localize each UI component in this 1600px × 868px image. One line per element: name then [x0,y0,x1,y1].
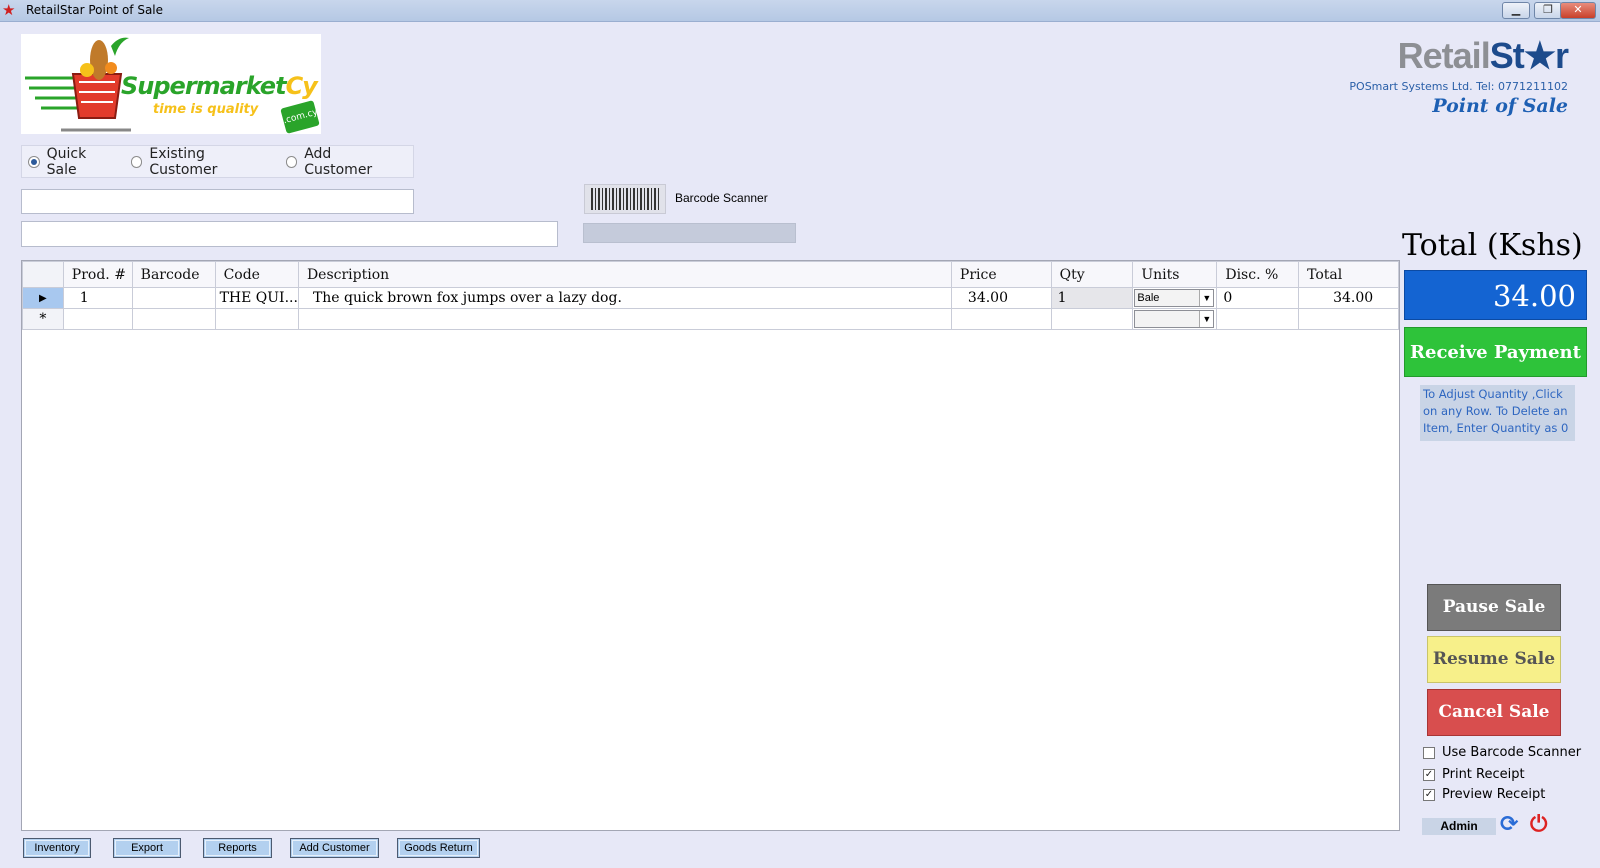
radio-existing-customer[interactable]: Existing Customer [130,145,273,178]
column-header-discount[interactable]: Disc. % [1216,261,1300,288]
preview-receipt-option[interactable]: ✓ Preview Receipt [1423,787,1545,802]
table-row[interactable]: ▶ 1 THE QUI... The quick brown fox jumps… [22,287,1399,309]
window-title-bar: ★ RetailStar Point of Sale ▁ ❐ ✕ [0,0,1600,22]
cell-description[interactable] [297,308,952,330]
column-header-total[interactable]: Total [1298,261,1399,288]
customer-detail-input[interactable] [21,221,558,247]
column-header-qty[interactable]: Qty [1050,261,1134,288]
star-app-icon: ★ [2,1,16,19]
row-indicator[interactable]: * [22,308,64,330]
export-button[interactable]: Export [113,838,181,858]
row-header-corner [22,261,64,288]
brand-header: RetailSt★r POSmart Systems Ltd. Tel: 077… [1349,35,1569,118]
cell-total[interactable] [1298,308,1399,330]
power-icon[interactable]: ⏻ [1530,813,1547,837]
brand-name: RetailSt★r [1397,35,1569,76]
cancel-sale-button[interactable]: Cancel Sale [1427,689,1561,736]
table-row-new[interactable]: * ▼ [22,308,1399,330]
receive-payment-button[interactable]: Receive Payment [1404,327,1587,377]
barcode-scanner-label: Barcode Scanner [675,191,768,205]
close-button[interactable]: ✕ [1560,2,1596,19]
total-amount: 34.00 [1404,270,1587,320]
option-label: Use Barcode Scanner [1442,745,1582,760]
cell-barcode[interactable] [131,308,216,330]
cell-code[interactable] [214,308,299,330]
radio-button[interactable] [285,155,298,168]
radio-button[interactable] [130,155,143,168]
units-value: Bale [1137,292,1160,304]
radio-quick-sale[interactable]: Quick Sale [28,146,118,178]
cell-code[interactable]: THE QUI... [214,287,299,309]
cell-units[interactable]: ▼ [1132,308,1218,330]
option-label: Preview Receipt [1442,787,1546,802]
checkbox[interactable] [1423,746,1435,759]
resume-sale-button[interactable]: Resume Sale [1427,636,1561,683]
barcode-input[interactable] [583,223,796,243]
pause-sale-button[interactable]: Pause Sale [1427,584,1561,631]
total-label: Total (Kshs) [1402,228,1583,263]
goods-return-button[interactable]: Goods Return [397,838,480,858]
cell-total[interactable]: 34.00 [1298,287,1399,309]
cell-prod[interactable] [62,308,133,330]
barcode-icon[interactable] [584,184,666,214]
refresh-icon[interactable]: ⟳ [1500,813,1518,837]
radio-label: Quick Sale [46,145,87,178]
checkbox[interactable]: ✓ [1423,788,1435,801]
product-name: Point of Sale [1432,95,1568,117]
radio-button[interactable] [28,155,40,168]
column-header-units[interactable]: Units [1132,261,1218,288]
chevron-down-icon[interactable]: ▼ [1199,311,1214,327]
cell-prod[interactable]: 1 [62,287,133,309]
restore-button[interactable]: ❐ [1534,2,1562,19]
customer-search-input[interactable] [21,189,414,214]
radio-label: Existing Customer [149,145,218,178]
add-customer-button[interactable]: Add Customer [290,838,379,858]
print-receipt-option[interactable]: ✓ Print Receipt [1423,767,1525,782]
column-header-description[interactable]: Description [297,261,952,288]
company-contact: POSmart Systems Ltd. Tel: 0771211102 [1349,80,1568,93]
cell-description[interactable]: The quick brown fox jumps over a lazy do… [297,287,952,309]
minimize-button[interactable]: ▁ [1502,2,1530,19]
units-dropdown[interactable]: Bale ▼ [1134,289,1215,307]
grid-header-row: Prod. # Barcode Code Description Price Q… [22,261,1399,288]
window-title: RetailStar Point of Sale [26,3,164,17]
option-label: Print Receipt [1442,767,1525,782]
cell-qty[interactable] [1050,308,1134,330]
radio-label: Add Customer [304,145,373,178]
column-header-price[interactable]: Price [950,261,1052,288]
cell-price[interactable] [950,308,1052,330]
cell-barcode[interactable] [131,287,216,309]
column-header-code[interactable]: Code [214,261,299,288]
chevron-down-icon[interactable]: ▼ [1199,290,1214,306]
radio-add-customer[interactable]: Add Customer [285,145,400,178]
cell-units[interactable]: Bale ▼ [1132,287,1218,309]
cell-discount[interactable]: 0 [1216,287,1300,309]
sale-items-grid: Prod. # Barcode Code Description Price Q… [21,260,1400,831]
quantity-hint: To Adjust Quantity ,Click on any Row. To… [1420,385,1575,441]
units-dropdown[interactable]: ▼ [1134,310,1215,328]
logo-wordmark: SupermarketCy [121,72,318,100]
cell-qty[interactable]: 1 [1050,287,1134,309]
store-logo: SupermarketCy time is quality .com.cy [21,34,321,134]
reports-button[interactable]: Reports [203,838,272,858]
cell-discount[interactable] [1216,308,1300,330]
cell-price[interactable]: 34.00 [950,287,1052,309]
logo-tagline: time is quality [153,102,259,117]
column-header-barcode[interactable]: Barcode [131,261,216,288]
row-indicator[interactable]: ▶ [22,287,64,309]
checkbox[interactable]: ✓ [1423,768,1435,781]
customer-mode-group: Quick Sale Existing Customer Add Custome… [21,145,414,178]
use-barcode-scanner-option[interactable]: Use Barcode Scanner [1423,745,1581,760]
inventory-button[interactable]: Inventory [23,838,91,858]
column-header-prod[interactable]: Prod. # [62,261,133,288]
current-user-badge: Admin [1422,818,1496,835]
